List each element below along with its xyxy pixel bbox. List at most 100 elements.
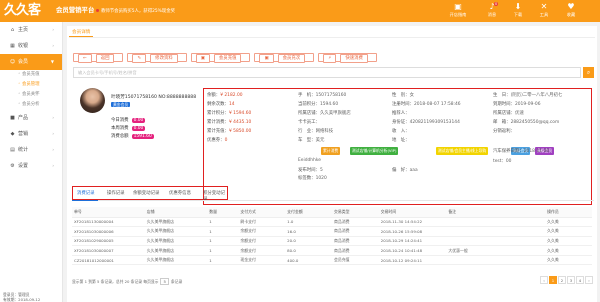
field-label: 生 日： <box>493 93 511 98</box>
marketing-icon: ◆ <box>10 131 15 137</box>
info-field: 分销返利： <box>493 128 515 134</box>
table-row[interactable]: XF20181029000005 久久美甲旗舰店 1 余额支付 20.0 商品消费 2018… <box>72 236 592 247</box>
recharge-count-icon: ▣ <box>259 54 274 63</box>
field-label: 卡卡员工： <box>298 120 320 125</box>
page-button[interactable]: ‹ <box>540 276 548 284</box>
heart-icon: ♥ <box>567 2 575 11</box>
table-row[interactable]: CZ20181012000001 久久美甲旗舰店 1 现金支付 400.0 会员充值 201… <box>72 255 592 266</box>
stat-label: 消费总额 <box>111 134 129 139</box>
tab-record-3[interactable]: 优惠券信息 <box>169 190 191 196</box>
pager-text: 显示第 1 到第 5 条记录，总共 20 条记录 每页显示 <box>72 279 159 284</box>
field-value: 420821199309153144 <box>409 120 460 125</box>
info-field: 地 址： <box>392 137 410 143</box>
topnav-heart[interactable]: ♥ 收藏 <box>559 3 583 18</box>
recharge-count-button[interactable]: ▣ 会员充次 <box>254 53 315 63</box>
field-value: test：00 <box>493 159 512 164</box>
info-field: 当前积分：1594.60 <box>298 101 338 107</box>
sidebar-item-home[interactable]: ⌂ 主页 › <box>0 22 62 38</box>
table-cell <box>446 236 546 247</box>
table-cell: 20.0 <box>285 236 332 247</box>
table-cell: XF20181029000005 <box>72 236 145 247</box>
sidebar-item-cashier[interactable]: ▦ 收银 › <box>0 38 62 54</box>
table-cell: 1.0 <box>285 217 332 228</box>
table-cell: 商品消费 <box>331 236 379 247</box>
search-icon: ⌕ <box>586 69 591 76</box>
field-value: 15071758160 <box>315 93 347 98</box>
field-label: 推荐人： <box>392 111 410 116</box>
sidebar-item-stats[interactable]: ▤ 统计 › <box>0 142 62 158</box>
sidebar-subitem[interactable]: ◦ 会员关怀 <box>0 90 62 100</box>
home-icon: ⌂ <box>10 27 15 33</box>
info-field: 余额：¥ 2182.00 <box>207 92 243 98</box>
quick-pay-button[interactable]: ⚡ 快速消费 <box>318 53 377 63</box>
topnav-store[interactable]: ▣ 开店指南 <box>446 3 470 18</box>
sidebar-item-member[interactable]: ☺ 会员 ▼ <box>0 54 62 70</box>
field-label: 邮 箱： <box>493 120 511 125</box>
table-cell: 1 <box>207 226 239 237</box>
page-button[interactable]: › <box>585 276 593 284</box>
field-value: 2019-09-06 <box>514 102 541 107</box>
chevron-icon: › <box>52 131 54 136</box>
topnav-label: 下载 <box>513 12 523 17</box>
recharge-button[interactable]: ▣ 会员充值 <box>190 53 251 63</box>
field-label: 身份证： <box>392 120 410 125</box>
search-button[interactable]: ⌕ <box>583 67 594 78</box>
table-cell: 2018-10-29 14:24:41 <box>378 236 447 247</box>
info-field: 标签数：1020 <box>298 175 327 181</box>
sidebar-item-marketing[interactable]: ◆ 营销 › <box>0 126 62 142</box>
action-label: 会员充值 <box>213 54 242 63</box>
page-button[interactable]: 2 <box>558 276 566 284</box>
notice[interactable]: 教师节会员购买5人，获得25%现金奖 <box>96 8 175 14</box>
sidebar-subitem[interactable]: ◦ 会员分析 <box>0 100 62 110</box>
sidebar-subitem[interactable]: ◦ 会员管理 <box>0 80 62 90</box>
top-bar: 久久客 会员营销平台 教师节会员购买5人，获得25%现金奖 ▣ 开店指南 ♪ 0 消息 ⬇… <box>0 0 600 22</box>
tab-record-1[interactable]: 操作记录 <box>107 190 125 196</box>
sidebar-item-label: 主页 <box>18 27 29 33</box>
info-field: 收 入： <box>392 128 410 134</box>
page-button[interactable]: 4 <box>576 276 584 284</box>
table-cell: 商品消费 <box>331 226 379 237</box>
sidebar-item-settings[interactable]: ⚙ 设置 › <box>0 158 62 174</box>
topnav-download[interactable]: ⬇ 下载 <box>506 3 530 18</box>
stat-value: 0.00 <box>131 118 146 123</box>
topnav-label: 消息 <box>487 12 497 17</box>
action-label: 返回 <box>95 54 115 63</box>
table-cell: 久久美甲旗舰店 <box>144 255 208 266</box>
edit-button[interactable]: ✎ 修改资料 <box>127 53 187 63</box>
tab-record-2[interactable]: 余额变动记录 <box>133 190 159 196</box>
info-field: 邮 箱：2882450550@qq.com <box>493 119 559 125</box>
sidebar-item-product[interactable]: ■ 产品 › <box>0 110 62 126</box>
topnav-tools[interactable]: ✕ 工具 <box>532 3 556 18</box>
back-button[interactable]: ← 返回 <box>73 53 124 63</box>
page-button[interactable]: 3 <box>567 276 575 284</box>
info-field: test：00 <box>493 158 511 164</box>
info-field: 汽车保养日期：2018-11-30 <box>493 148 549 154</box>
topnav-bell[interactable]: ♪ 0 消息 <box>480 2 504 18</box>
table-row[interactable]: XF20181130000004 久久美甲旗舰店 1 刷卡支付 1.0 商品消费 2018-… <box>72 217 592 228</box>
info-field: 所属店铺：优速 <box>493 110 524 116</box>
chevron-icon: › <box>52 115 54 120</box>
tab-member-detail[interactable]: 会员详情 <box>69 28 94 37</box>
field-value: Eeiddhhke <box>298 158 321 163</box>
page-size-select[interactable]: 5 <box>160 278 169 285</box>
table-cell: 余额支付 <box>238 226 286 237</box>
table-cell: 1 <box>207 217 239 228</box>
page-button[interactable]: 1 <box>549 276 557 284</box>
divider <box>69 37 595 38</box>
search-input[interactable]: 输入会员卡号/手机号/姓名/拼音 <box>73 67 581 78</box>
table-header: 交易类型 <box>331 207 379 218</box>
field-value: 优速 <box>514 111 524 116</box>
stat-value: 0.00 <box>131 126 146 131</box>
action-bar: ← 返回 ✎ 修改资料 ▣ 会员充值 ▣ 会员充次 ⚡ 快速消费 <box>73 53 381 63</box>
sidebar-subitem[interactable]: ◦ 会员充值 <box>0 70 62 80</box>
table-row[interactable]: XF20181030000007 久久美甲旗舰店 1 余额支付 80.0 商品消费 2018… <box>72 245 592 256</box>
table-cell: 刷卡支付 <box>238 217 286 228</box>
table-cell: 久久美甲旗舰店 <box>144 217 208 228</box>
stat-label: 本周消费 <box>111 126 129 131</box>
field-value: ¥ 5850.00 <box>228 129 252 134</box>
field-label: 车 型： <box>298 138 316 143</box>
field-value: 女 <box>409 93 414 98</box>
table-row[interactable]: XF20181030000006 久久美甲旗舰店 1 余额支付 16.0 商品消费 2018… <box>72 226 592 237</box>
field-label: 发布时间： <box>298 168 320 173</box>
tab-record-0[interactable]: 消费记录 <box>77 190 95 196</box>
